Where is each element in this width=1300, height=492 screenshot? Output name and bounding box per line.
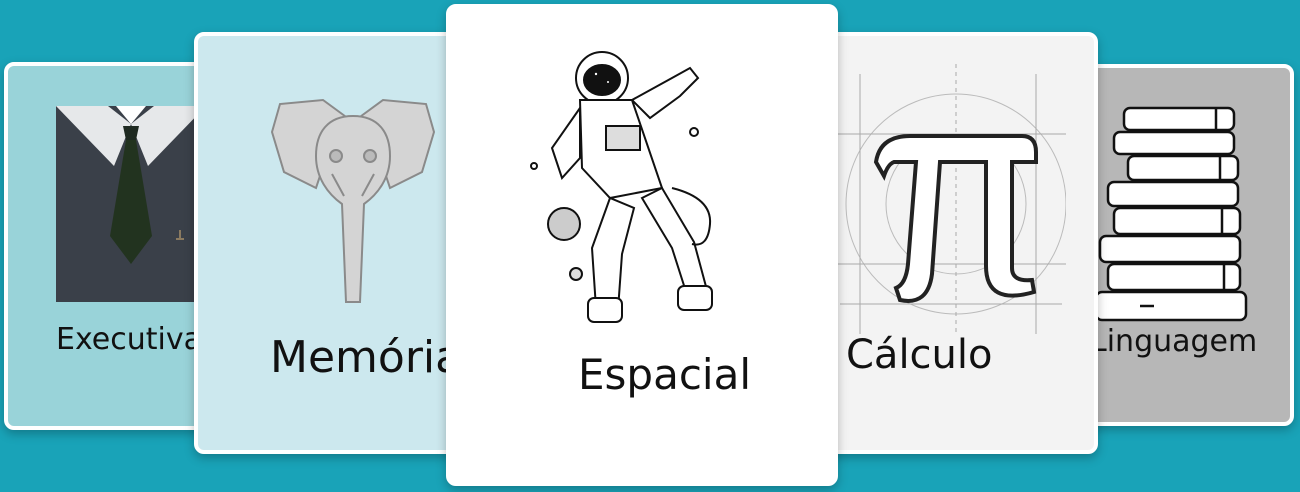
card-label: Executiva: [56, 322, 202, 357]
elephant-icon: [268, 92, 438, 312]
card-memoria[interactable]: Memória: [194, 32, 464, 454]
books-icon: [1084, 92, 1260, 332]
card-espacial[interactable]: Espacial: [446, 4, 838, 486]
card-label: Espacial: [578, 350, 751, 399]
card-label: Memória: [270, 332, 463, 383]
pi-icon: [836, 44, 1067, 342]
astronaut-icon: [522, 48, 752, 348]
card-linguagem[interactable]: Linguagem: [1066, 64, 1294, 426]
card-label: Cálculo: [846, 332, 993, 378]
card-calculo[interactable]: Cálculo: [820, 32, 1098, 454]
card-label: Linguagem: [1090, 324, 1258, 359]
suit-tie-icon: [56, 106, 206, 302]
